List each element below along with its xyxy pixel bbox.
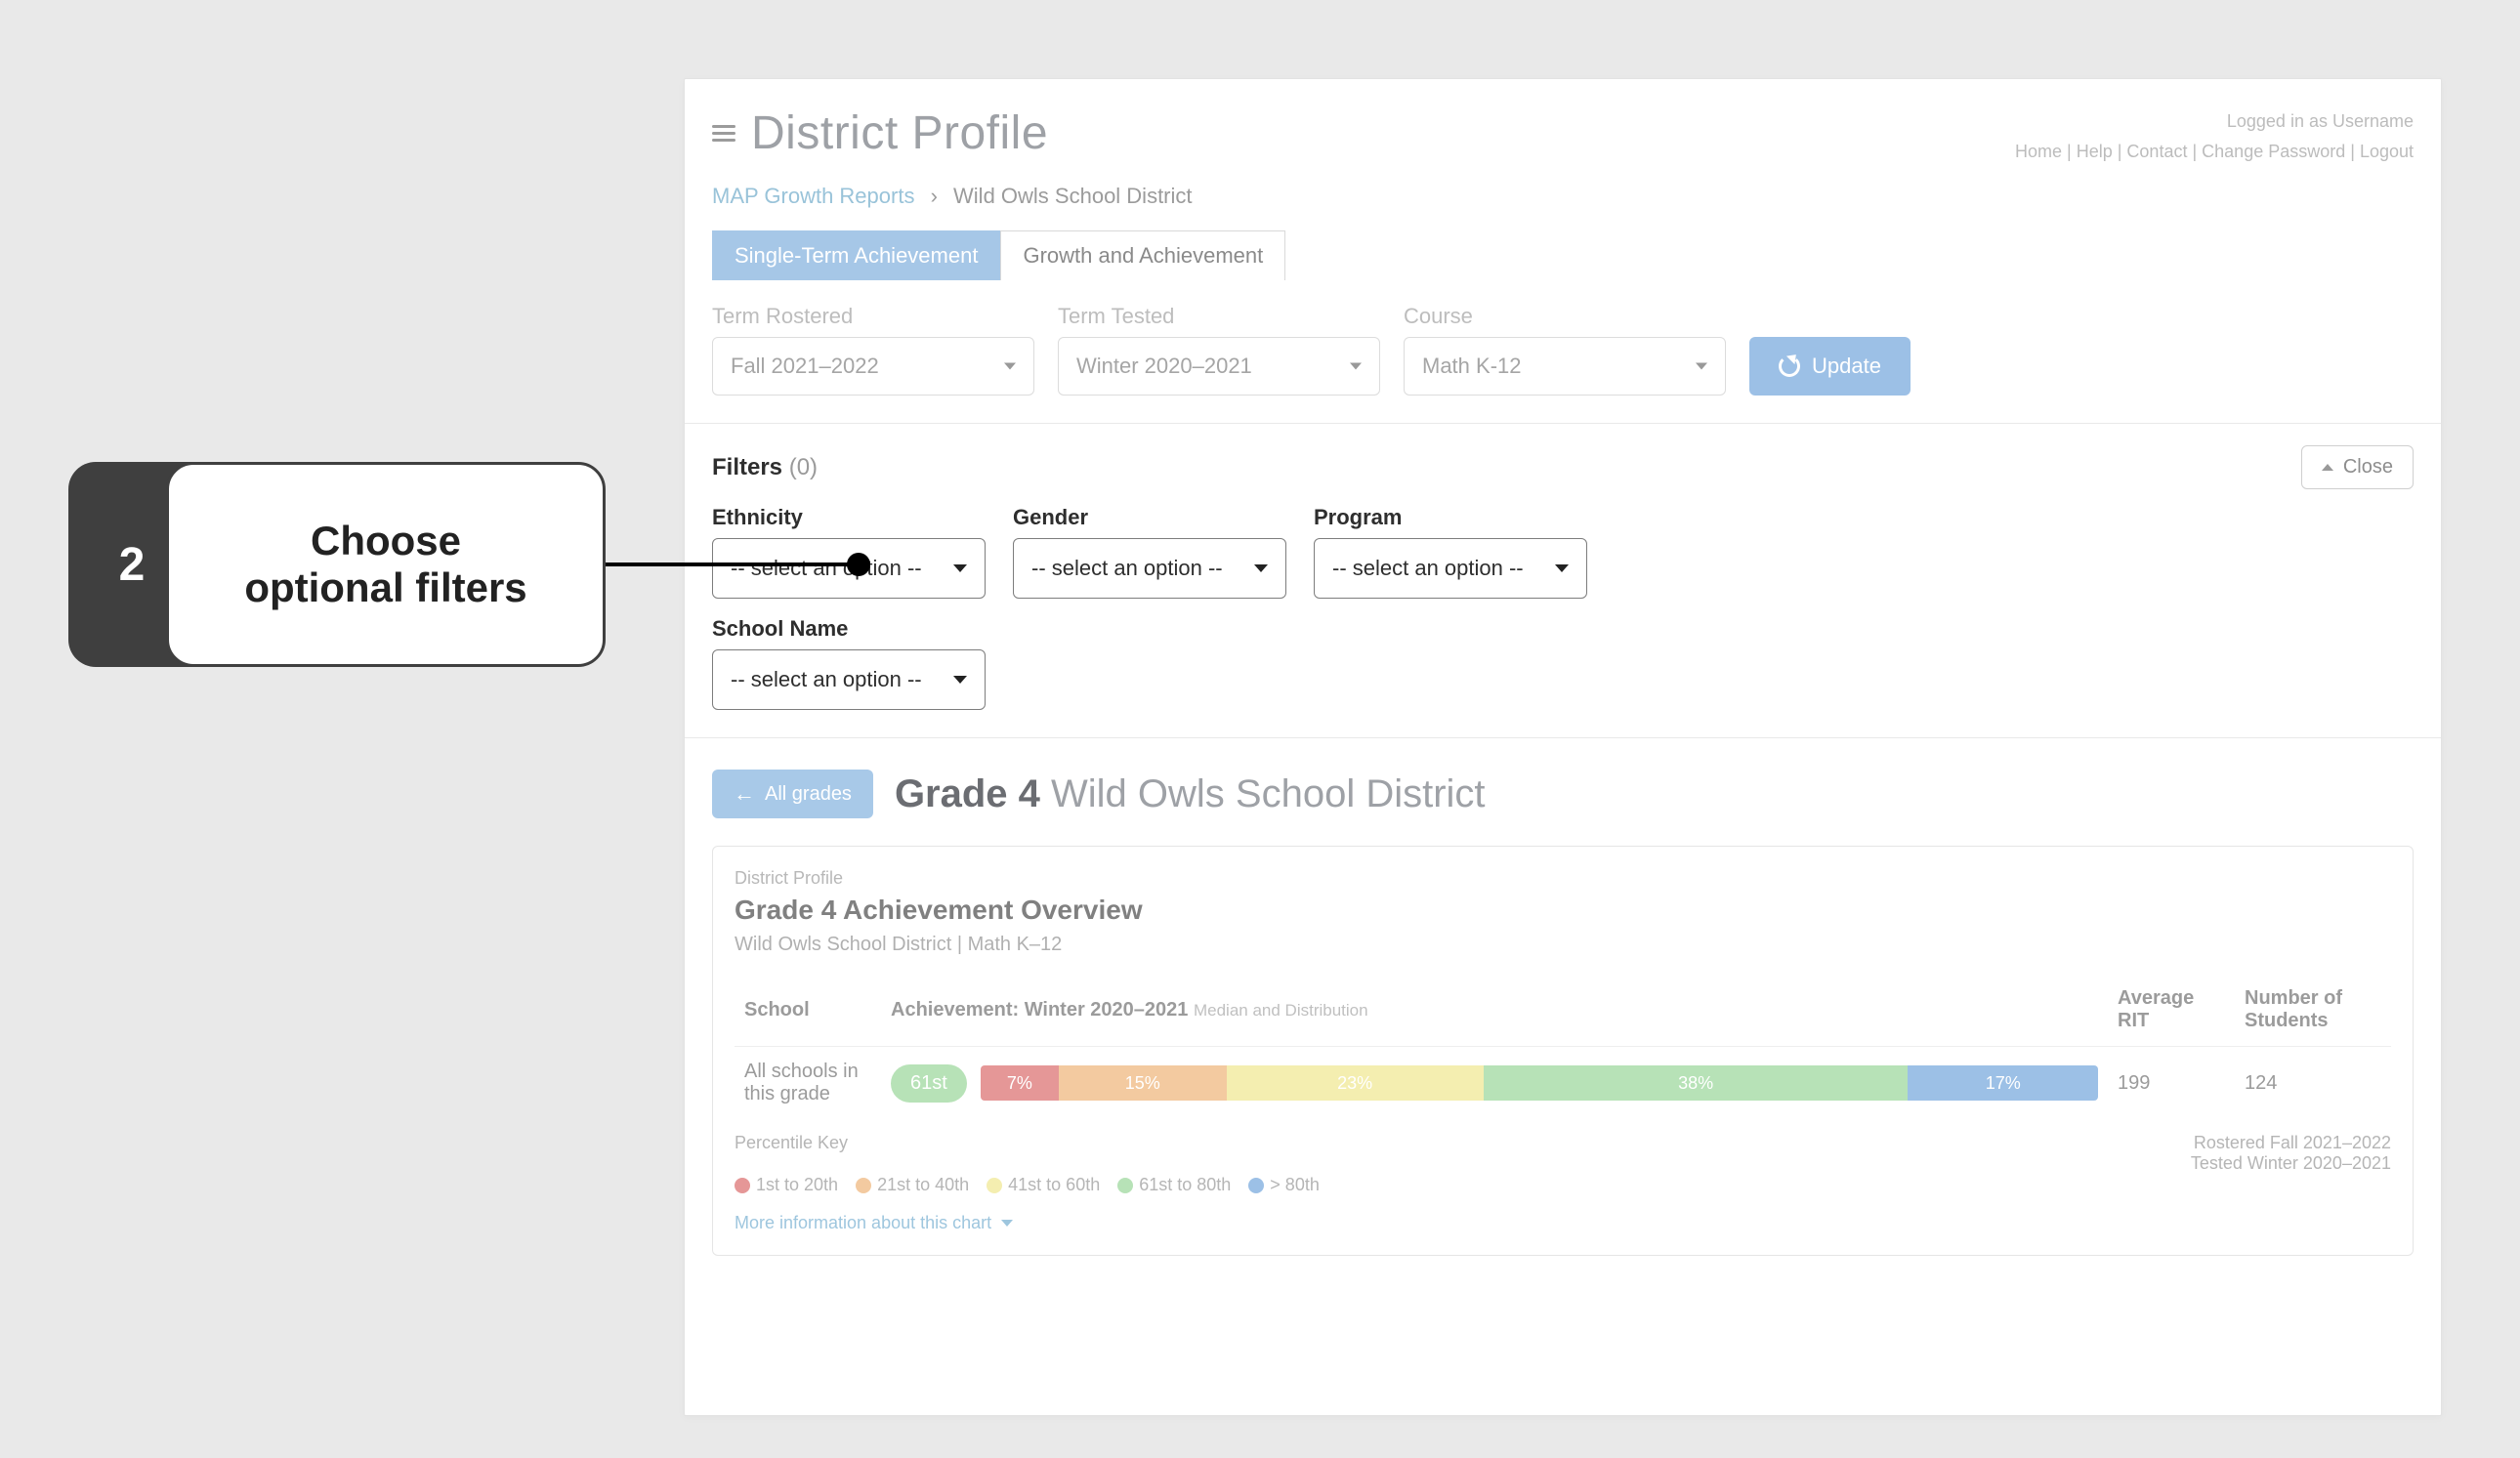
label-program: Program [1314, 505, 1587, 530]
dist-seg-1: 15% [1059, 1065, 1227, 1101]
label-term-rostered: Term Rostered [712, 304, 1034, 329]
tab-single-term[interactable]: Single-Term Achievement [712, 230, 1000, 280]
link-help[interactable]: Help [2077, 142, 2113, 161]
link-change-password[interactable]: Change Password [2202, 142, 2345, 161]
user-links: Logged in as Username Home | Help | Cont… [2015, 106, 2414, 166]
select-course[interactable]: Math K-12 [1404, 337, 1726, 396]
cell-school: All schools in this grade [735, 1047, 881, 1120]
breadcrumb: MAP Growth Reports › Wild Owls School Di… [685, 174, 2441, 230]
dist-seg-0: 7% [981, 1065, 1059, 1101]
cell-rit: 199 [2108, 1047, 2235, 1120]
refresh-icon [1779, 355, 1800, 377]
legend-item: 61st to 80th [1117, 1175, 1231, 1195]
legend-item: 1st to 20th [735, 1175, 838, 1195]
legend-item: 41st to 60th [987, 1175, 1100, 1195]
select-term-tested[interactable]: Winter 2020–2021 [1058, 337, 1380, 396]
achievement-table: School Achievement: Winter 2020–2021 Med… [735, 974, 2391, 1119]
th-numstudents: Number of Students [2235, 974, 2391, 1047]
card-subtitle: Wild Owls School District | Math K–12 [735, 934, 2391, 956]
th-rit: Average RIT [2108, 974, 2235, 1047]
annotation-callout: 2 Chooseoptional filters [68, 462, 860, 667]
logged-in-text: Logged in as Username [2015, 106, 2414, 137]
distribution-bar: 7%15%23%38%17% [981, 1065, 2098, 1101]
select-gender[interactable]: -- select an option -- [1013, 538, 1286, 599]
select-program[interactable]: -- select an option -- [1314, 538, 1587, 599]
legend-title: Percentile Key [735, 1133, 1450, 1153]
callout-text: Chooseoptional filters [166, 462, 606, 667]
swatch-icon [987, 1178, 1002, 1193]
cell-numstudents: 124 [2235, 1047, 2391, 1120]
legend: Percentile Key 1st to 20th 21st to 40th 41… [735, 1133, 2391, 1195]
label-term-tested: Term Tested [1058, 304, 1380, 329]
label-course: Course [1404, 304, 1726, 329]
all-grades-button[interactable]: All grades [712, 770, 873, 818]
median-pill: 61st [891, 1064, 967, 1103]
link-logout[interactable]: Logout [2360, 142, 2414, 161]
legend-rostered: Rostered Fall 2021–2022 [2191, 1133, 2391, 1153]
link-contact[interactable]: Contact [2126, 142, 2187, 161]
legend-item: > 80th [1248, 1175, 1320, 1195]
table-row: All schools in this grade 61st 7%15%23%3… [735, 1047, 2391, 1120]
swatch-icon [856, 1178, 871, 1193]
card-supertitle: District Profile [735, 868, 2391, 889]
more-info-toggle[interactable]: More information about this chart [735, 1213, 2391, 1233]
tab-growth[interactable]: Growth and Achievement [1000, 230, 1285, 280]
link-home[interactable]: Home [2015, 142, 2062, 161]
term-selectors: Term Rostered Fall 2021–2022 Term Tested… [685, 280, 2441, 424]
page-title: District Profile [751, 106, 1048, 160]
app-window: District Profile Logged in as Username H… [684, 78, 2442, 1416]
tabs: Single-Term Achievement Growth and Achie… [685, 230, 2441, 280]
filters-panel: Filters (0) Close Ethnicity -- select an… [685, 424, 2441, 738]
crumb-current: Wild Owls School District [953, 184, 1192, 208]
label-gender: Gender [1013, 505, 1286, 530]
select-term-rostered[interactable]: Fall 2021–2022 [712, 337, 1034, 396]
dist-seg-2: 23% [1227, 1065, 1484, 1101]
hamburger-icon[interactable] [712, 125, 735, 142]
th-distribution: Achievement: Winter 2020–2021 Median and… [881, 974, 2108, 1047]
legend-item: 21st to 40th [856, 1175, 969, 1195]
swatch-icon [1117, 1178, 1133, 1193]
achievement-card: District Profile Grade 4 Achievement Ove… [712, 846, 2414, 1256]
th-school: School [735, 974, 881, 1047]
grade-heading: Grade 4 Wild Owls School District [895, 772, 1486, 816]
close-filters-button[interactable]: Close [2301, 445, 2414, 489]
callout-pointer [606, 562, 860, 566]
crumb-root[interactable]: MAP Growth Reports [712, 184, 914, 208]
cell-distribution: 61st 7%15%23%38%17% [881, 1047, 2108, 1120]
legend-tested: Tested Winter 2020–2021 [2191, 1153, 2391, 1174]
report-body: All grades Grade 4 Wild Owls School Dist… [685, 738, 2441, 1287]
swatch-icon [1248, 1178, 1264, 1193]
chevron-right-icon: › [931, 184, 938, 208]
update-button[interactable]: Update [1749, 337, 1911, 396]
dist-seg-3: 38% [1484, 1065, 1909, 1101]
card-title: Grade 4 Achievement Overview [735, 895, 2391, 926]
dist-seg-4: 17% [1908, 1065, 2098, 1101]
swatch-icon [735, 1178, 750, 1193]
header: District Profile Logged in as Username H… [685, 79, 2441, 174]
